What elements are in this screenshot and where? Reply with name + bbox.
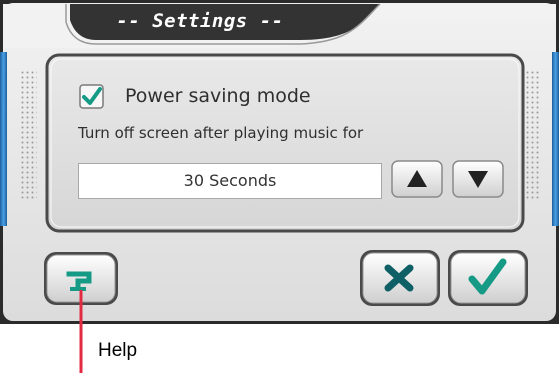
help-callout-label: Help	[98, 340, 138, 361]
manual-figure: -- Settings -- Power saving mode Turn of…	[0, 0, 559, 377]
help-callout-line	[79, 290, 83, 373]
